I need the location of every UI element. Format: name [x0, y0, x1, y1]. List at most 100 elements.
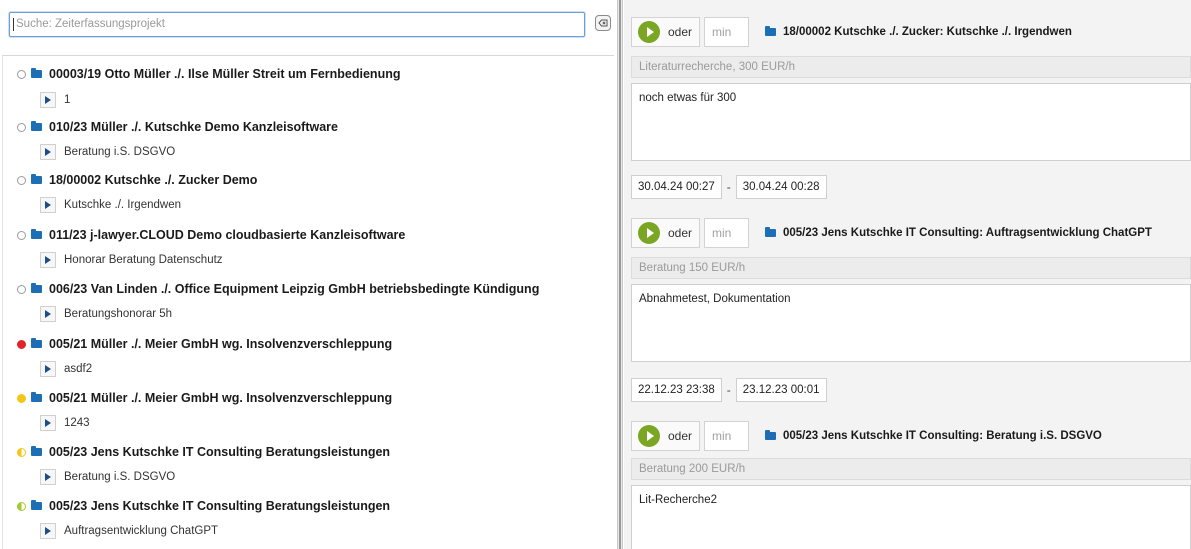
time-separator: -	[726, 180, 731, 194]
pane-splitter[interactable]	[617, 0, 623, 549]
project-row[interactable]: 011/23 j-lawyer.CLOUD Demo cloudbasierte…	[17, 225, 405, 245]
folder-icon	[765, 26, 776, 36]
subitem-label: 1	[64, 94, 71, 106]
entry-title: 005/23 Jens Kutschke IT Consulting: Auft…	[783, 227, 1152, 239]
description-textarea[interactable]: Abnahmetest, Dokumentation	[631, 284, 1191, 362]
status-indicator-icon	[17, 69, 26, 79]
project-title: 005/23 Jens Kutschke IT Consulting Berat…	[49, 499, 391, 513]
end-time-field[interactable]: 23.12.23 00:01	[735, 378, 827, 402]
play-icon	[646, 228, 654, 238]
status-indicator-icon	[17, 447, 26, 457]
project-title: 00003/19 Otto Müller ./. Ilse Müller Str…	[49, 67, 401, 81]
subitem-label: Auftragsentwicklung ChatGPT	[64, 525, 219, 537]
entry-title: 005/23 Jens Kutschke IT Consulting: Bera…	[783, 430, 1102, 442]
project-subitem[interactable]: Kutschke ./. Irgendwen	[40, 196, 181, 214]
folder-icon	[31, 500, 42, 510]
subitem-label: Beratungshonorar 5h	[64, 308, 173, 320]
subitem-label: 1243	[64, 417, 90, 429]
minutes-input[interactable]: min	[704, 17, 749, 47]
project-subitem[interactable]: asdf2	[40, 360, 92, 378]
status-indicator-icon	[17, 175, 26, 185]
oder-label: oder	[668, 25, 693, 39]
folder-icon	[31, 283, 42, 293]
time-separator: -	[726, 383, 731, 397]
time-range: 22.12.23 23:38 - 23.12.23 00:01	[631, 378, 827, 402]
description-textarea[interactable]: noch etwas für 300	[631, 83, 1191, 161]
status-indicator-icon	[17, 501, 26, 511]
minutes-input[interactable]: min	[704, 421, 749, 451]
subitem-label: Honorar Beratung Datenschutz	[64, 254, 223, 266]
project-row[interactable]: 005/23 Jens Kutschke IT Consulting Berat…	[17, 496, 390, 516]
status-indicator-icon	[17, 393, 26, 403]
entry-title: 18/00002 Kutschke ./. Zucker: Kutschke .…	[783, 26, 1072, 38]
folder-icon	[31, 229, 42, 239]
status-indicator-icon	[17, 339, 26, 349]
play-arrow-icon[interactable]	[40, 144, 56, 160]
status-indicator-icon	[17, 284, 26, 294]
play-arrow-icon[interactable]	[40, 306, 56, 322]
project-title: 006/23 Van Linden ./. Office Equipment L…	[49, 282, 540, 296]
clear-search-icon	[598, 19, 608, 27]
project-row[interactable]: 005/23 Jens Kutschke IT Consulting Berat…	[17, 442, 390, 462]
project-row[interactable]: 010/23 Müller ./. Kutschke Demo Kanzleis…	[17, 117, 338, 137]
entry-header: oder min 18/00002 Kutschke ./. Zucker: K…	[631, 17, 1191, 47]
project-row[interactable]: 005/21 Müller ./. Meier GmbH wg. Insolve…	[17, 334, 392, 354]
folder-icon	[31, 68, 42, 78]
play-arrow-icon[interactable]	[40, 92, 56, 108]
project-title: 005/23 Jens Kutschke IT Consulting Berat…	[49, 445, 391, 459]
minutes-input[interactable]: min	[704, 218, 749, 248]
project-row[interactable]: 00003/19 Otto Müller ./. Ilse Müller Str…	[17, 64, 400, 84]
folder-icon	[31, 446, 42, 456]
folder-icon	[765, 430, 776, 440]
status-indicator-icon	[17, 230, 26, 240]
play-arrow-icon[interactable]	[40, 361, 56, 377]
project-subitem[interactable]: Beratungshonorar 5h	[40, 305, 172, 323]
project-row[interactable]: 005/21 Müller ./. Meier GmbH wg. Insolve…	[17, 388, 392, 408]
project-subitem[interactable]: Honorar Beratung Datenschutz	[40, 251, 223, 269]
subitem-label: Beratung i.S. DSGVO	[64, 146, 176, 158]
play-arrow-icon[interactable]	[40, 415, 56, 431]
project-title: 005/21 Müller ./. Meier GmbH wg. Insolve…	[49, 391, 393, 405]
folder-icon	[31, 338, 42, 348]
start-timer-box: oder	[631, 218, 700, 248]
project-subitem[interactable]: Auftragsentwicklung ChatGPT	[40, 522, 218, 540]
project-title: 18/00002 Kutschke ./. Zucker Demo	[49, 173, 258, 187]
time-range: 30.04.24 00:27 - 30.04.24 00:28	[631, 175, 827, 199]
clear-search-button[interactable]	[595, 15, 611, 31]
subitem-label: Kutschke ./. Irgendwen	[64, 199, 181, 211]
description-textarea[interactable]: Lit-Recherche2	[631, 485, 1191, 549]
rate-field[interactable]: Beratung 150 EUR/h	[631, 257, 1191, 279]
start-timer-button[interactable]	[638, 222, 660, 244]
folder-icon	[31, 121, 42, 131]
start-timer-box: oder	[631, 17, 700, 47]
subitem-label: asdf2	[64, 363, 93, 375]
search-input[interactable]: Suche: Zeiterfassungsprojekt	[9, 12, 585, 37]
start-time-field[interactable]: 30.04.24 00:27	[631, 175, 722, 199]
project-row[interactable]: 006/23 Van Linden ./. Office Equipment L…	[17, 279, 539, 299]
project-subitem[interactable]: 1	[40, 91, 70, 109]
start-timer-button[interactable]	[638, 21, 660, 43]
folder-icon	[31, 392, 42, 402]
entry-header: oder min 005/23 Jens Kutschke IT Consult…	[631, 421, 1191, 451]
play-arrow-icon[interactable]	[40, 469, 56, 485]
time-entries-pane: oder min 18/00002 Kutschke ./. Zucker: K…	[624, 0, 1191, 549]
folder-icon	[765, 227, 776, 237]
project-subitem[interactable]: Beratung i.S. DSGVO	[40, 143, 175, 161]
project-title: 011/23 j-lawyer.CLOUD Demo cloudbasierte…	[49, 228, 406, 242]
folder-icon	[31, 174, 42, 184]
end-time-field[interactable]: 30.04.24 00:28	[735, 175, 827, 199]
start-time-field[interactable]: 22.12.23 23:38	[631, 378, 722, 402]
project-title: 005/21 Müller ./. Meier GmbH wg. Insolve…	[49, 337, 393, 351]
project-subitem[interactable]: Beratung i.S. DSGVO	[40, 468, 175, 486]
play-arrow-icon[interactable]	[40, 197, 56, 213]
rate-field[interactable]: Literaturrecherche, 300 EUR/h	[631, 56, 1191, 78]
start-timer-button[interactable]	[638, 425, 660, 447]
play-icon	[646, 431, 654, 441]
subitem-label: Beratung i.S. DSGVO	[64, 471, 176, 483]
project-row[interactable]: 18/00002 Kutschke ./. Zucker Demo	[17, 170, 257, 190]
rate-field[interactable]: Beratung 200 EUR/h	[631, 458, 1191, 480]
project-tree: 00003/19 Otto Müller ./. Ilse Müller Str…	[2, 55, 614, 549]
play-arrow-icon[interactable]	[40, 523, 56, 539]
play-arrow-icon[interactable]	[40, 252, 56, 268]
project-subitem[interactable]: 1243	[40, 414, 90, 432]
